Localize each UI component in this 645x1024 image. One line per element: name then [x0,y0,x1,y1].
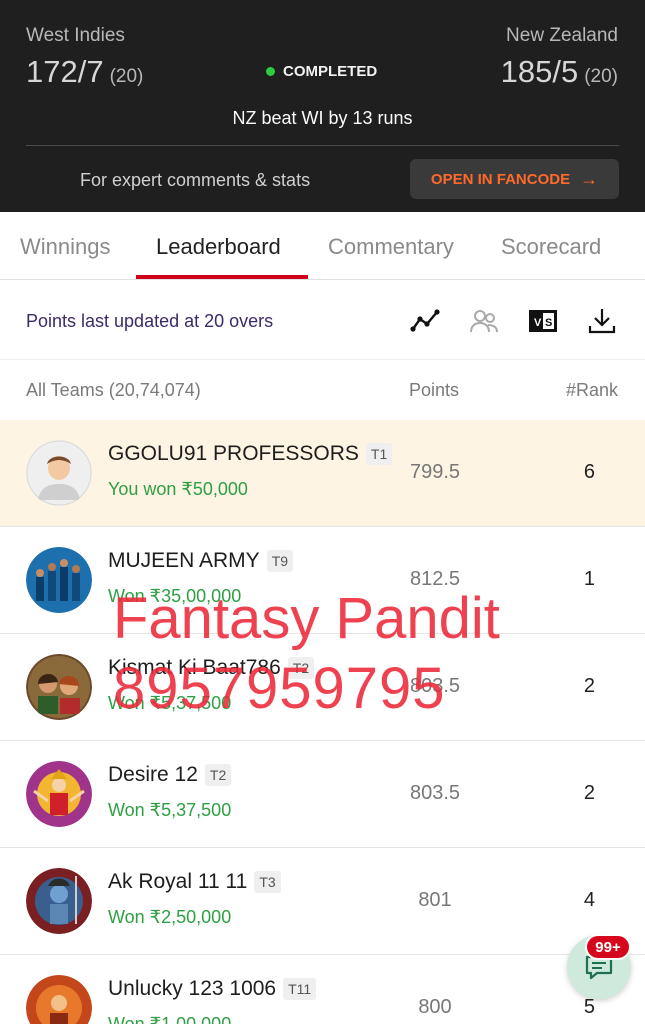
chat-notification-badge: 99+ [585,934,631,960]
team-rank: 5 [583,996,595,1018]
team-rank: 2 [583,782,595,804]
team-name: Unlucky 123 1006 T11 [108,977,317,1001]
compare-users-icon[interactable] [468,305,500,337]
winning-amount: Won ₹5,37,500 [108,800,232,820]
avatar-team-photo-icon [26,547,92,613]
team-tag-badge: T9 [266,550,294,572]
leaderboard-row[interactable]: Desire 12 T2 Won ₹5,37,500 803.5 2 [0,741,645,848]
team-points: 800 [418,996,452,1018]
avatar-goddess-image-icon [26,761,92,827]
avatar-deity-image-icon [26,975,92,1024]
arrow-right-icon: → [580,168,599,189]
leaderboard-row[interactable]: MUJEEN ARMY T9 Won ₹35,00,000 812.5 1 [0,527,645,634]
team-name: Kismat Ki Baat786 T2 [108,656,315,680]
team-tag-badge: T11 [283,978,317,1000]
team-name: Ak Royal 11 11 T3 [108,870,281,894]
team-name: Desire 12 T2 [108,763,232,787]
match-result: NZ beat WI by 13 runs [232,108,413,128]
active-tab-indicator [136,275,308,279]
leaderboard-row-mine[interactable]: GGOLU91 PROFESSORS T1 You won ₹50,000 799… [0,420,645,527]
team-points: 801 [418,889,452,911]
winning-amount: Won ₹1,00,000 [108,1014,232,1024]
team-points: 803.5 [409,675,461,697]
team-tag-badge: T2 [287,657,315,679]
winning-amount: Won ₹5,37,500 [108,693,232,713]
avatar-default-icon [26,440,92,506]
avatar-shiva-image-icon [26,868,92,934]
svg-text:S: S [545,317,552,329]
points-column-header: Points [409,380,460,400]
team-name: MUJEEN ARMY T9 [108,549,294,573]
team-points: 799.5 [409,461,461,483]
winning-amount: Won ₹35,00,000 [108,586,242,606]
team-tag-badge: T2 [204,764,232,786]
leaderboard-header: All Teams (20,74,074) Points #Rank [0,360,645,420]
tab-commentary[interactable]: Commentary [328,234,454,260]
tab-winnings[interactable]: Winnings [20,234,110,260]
leaderboard-row[interactable]: Ak Royal 11 11 T3 Won ₹2,50,000 801 4 [0,848,645,955]
chart-trend-icon[interactable] [410,305,442,337]
leaderboard-row[interactable]: Kismat Ki Baat786 T2 Won ₹5,37,500 803.5 … [0,634,645,741]
divider [26,145,619,146]
match-header: West Indies New Zealand 172/7 (20) 185/5(… [0,0,645,212]
status-dot-icon [266,67,275,76]
tab-leaderboard[interactable]: Leaderboard [156,234,281,260]
points-updated-bar: Points last updated at 20 overs V S [0,281,645,360]
team-right-name: New Zealand [506,25,618,46]
team-points: 812.5 [409,568,461,590]
leaderboard-row[interactable]: Unlucky 123 1006 T11 Won ₹1,00,000 800 5 [0,955,645,1024]
avatar-children-photo-icon [26,654,92,720]
rank-column-header: #Rank [565,380,618,400]
match-status: COMPLETED [266,63,377,80]
tab-bar: Winnings Leaderboard Commentary Scorecar… [0,212,645,280]
team-left-name: West Indies [26,25,125,46]
all-teams-label: All Teams (20,74,074) [26,380,201,400]
team-right-score: 185/5 (20) [500,54,618,89]
team-rank: 4 [583,889,595,911]
winning-amount: Won ₹2,50,000 [108,907,232,927]
winning-amount: You won ₹50,000 [108,479,248,499]
team-rank: 1 [583,568,595,590]
versus-icon[interactable]: V S [527,305,559,337]
team-name: GGOLU91 PROFESSORS T1 [108,442,393,466]
svg-text:V: V [534,317,542,329]
points-updated-text: Points last updated at 20 overs [26,311,274,331]
team-tag-badge: T3 [254,871,281,893]
open-in-fancode-button[interactable]: OPEN IN FANCODE → [410,159,619,199]
team-rank: 2 [583,675,595,697]
team-points: 803.5 [409,782,461,804]
team-left-score: 172/7 (20) [26,54,144,89]
download-icon[interactable] [586,305,618,337]
expert-text: For expert comments & stats [80,170,311,190]
tab-scorecard[interactable]: Scorecard [501,234,601,260]
team-rank: 6 [583,461,595,483]
